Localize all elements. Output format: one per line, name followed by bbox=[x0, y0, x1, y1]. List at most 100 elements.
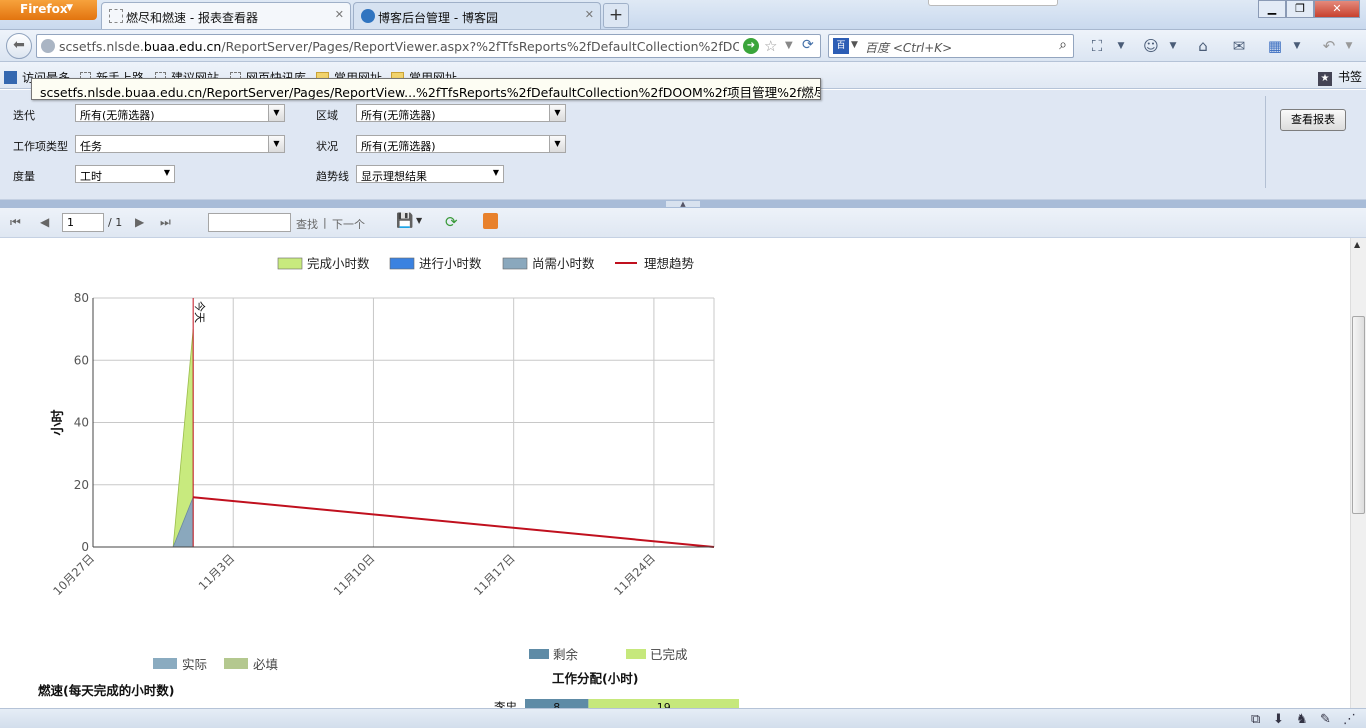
legend-label: 实际 bbox=[182, 657, 207, 672]
chevron-down-icon[interactable]: ▼ bbox=[549, 105, 565, 121]
chevron-down-icon[interactable]: ▼ bbox=[493, 168, 499, 177]
parameter-splitter[interactable]: ▲ bbox=[0, 200, 1366, 208]
vertical-scrollbar[interactable]: ▲ bbox=[1350, 238, 1366, 708]
screenshot-icon[interactable]: ⛶ bbox=[1086, 36, 1108, 56]
view-report-button[interactable]: 查看报表 bbox=[1280, 109, 1346, 131]
first-page-icon[interactable]: ⏮ bbox=[10, 215, 21, 230]
chevron-down-icon[interactable]: ▼ bbox=[268, 136, 284, 152]
scroll-up-icon[interactable]: ▲ bbox=[1354, 240, 1360, 249]
chevron-down-icon[interactable]: ▼ bbox=[851, 40, 858, 50]
chevron-down-icon[interactable]: ▼ bbox=[1342, 36, 1356, 56]
window-title-remnant bbox=[928, 0, 1058, 6]
mail-icon[interactable]: ✉ bbox=[1228, 36, 1250, 56]
bookmarks-menu-button[interactable]: ★ 书签 bbox=[1317, 68, 1362, 86]
y-tick-label: 20 bbox=[74, 478, 89, 492]
trend-select[interactable]: 显示理想结果 ▼ bbox=[356, 165, 504, 183]
home-icon[interactable]: ⌂ bbox=[1192, 36, 1214, 56]
area-label: 区域 bbox=[316, 109, 338, 122]
search-box[interactable]: 百 ▼ 百度 <Ctrl+K> ⌕ bbox=[828, 34, 1074, 58]
back-button[interactable]: ⬅ bbox=[6, 33, 32, 59]
find-link[interactable]: 查找 bbox=[296, 216, 318, 232]
search-icon[interactable]: ⌕ bbox=[1059, 37, 1067, 53]
y-axis-label: 小时 bbox=[50, 409, 66, 435]
chevron-down-icon[interactable]: ▼ bbox=[1290, 36, 1304, 56]
mask-icon[interactable]: ♞ bbox=[1296, 712, 1308, 727]
url-bar[interactable]: scsetfs.nlsde.buaa.edu.cn/ReportServer/P… bbox=[36, 34, 821, 58]
globe-icon bbox=[41, 39, 55, 53]
legend-swatch bbox=[502, 257, 528, 270]
report-toolbar: ⏮ ◀ 1 / 1 ▶ ⏭ 查找 | 下一个 💾 ▼ ⟳ bbox=[0, 208, 1366, 238]
link-tooltip: scsetfs.nlsde.buaa.edu.cn/ReportServer/P… bbox=[31, 78, 821, 100]
download-icon[interactable]: ⬇ bbox=[1273, 712, 1284, 727]
tools-icon[interactable]: ✎ bbox=[1320, 712, 1331, 727]
legend-swatch bbox=[153, 658, 177, 669]
trend-label: 趋势线 bbox=[316, 170, 349, 183]
y-tick-label: 80 bbox=[74, 291, 89, 305]
chevron-down-icon[interactable]: ▼ bbox=[268, 105, 284, 121]
search-placeholder: 百度 <Ctrl+K> bbox=[865, 41, 953, 55]
work-item-type-select[interactable]: 任务 ▼ bbox=[75, 135, 285, 153]
scrollbar-thumb[interactable] bbox=[1352, 316, 1365, 514]
last-page-icon[interactable]: ⏭ bbox=[160, 215, 171, 230]
x-tick-label: 11月3日 bbox=[196, 551, 238, 593]
chevron-down-icon[interactable]: ▼ bbox=[785, 40, 793, 51]
find-input[interactable] bbox=[208, 213, 291, 232]
measure-select[interactable]: 工时 ▼ bbox=[75, 165, 175, 183]
tab-title: 博客后台管理 - 博客园 bbox=[378, 11, 498, 25]
baidu-icon[interactable]: 百 bbox=[833, 38, 849, 54]
firefox-menu-label: Firefox bbox=[20, 2, 68, 16]
url-text[interactable]: scsetfs.nlsde.buaa.edu.cn/ReportServer/P… bbox=[59, 39, 739, 54]
close-icon[interactable]: ✕ bbox=[585, 8, 594, 21]
maximize-icon[interactable]: ❐ bbox=[1286, 0, 1314, 18]
ideal-trend-line bbox=[193, 496, 715, 548]
window-controls: ▁ ❐ ✕ bbox=[1258, 0, 1360, 20]
divider bbox=[1265, 96, 1266, 188]
reload-icon[interactable]: ⟳ bbox=[802, 37, 814, 53]
chevron-down-icon[interactable]: ▼ bbox=[416, 216, 422, 225]
state-select[interactable]: 所有(无筛选器) ▼ bbox=[356, 135, 566, 153]
legend-label: 剩余 bbox=[553, 647, 579, 662]
collapse-icon[interactable]: ▲ bbox=[666, 201, 700, 208]
measure-label: 度量 bbox=[13, 170, 35, 183]
chevron-down-icon: ▼ bbox=[66, 3, 73, 13]
chevron-down-icon[interactable]: ▼ bbox=[1166, 36, 1180, 56]
export-icon[interactable]: 💾 bbox=[396, 213, 413, 229]
arrow-left-icon: ⬅ bbox=[13, 37, 25, 53]
bookmark-star-icon[interactable]: ☆ bbox=[764, 37, 777, 55]
window-close-icon[interactable]: ✕ bbox=[1314, 0, 1360, 18]
chevron-down-icon[interactable]: ▼ bbox=[549, 136, 565, 152]
refresh-icon[interactable]: ⟳ bbox=[445, 213, 458, 231]
resize-grip-icon[interactable]: ⋰ bbox=[1343, 712, 1356, 727]
iteration-select[interactable]: 所有(无筛选器) ▼ bbox=[75, 104, 285, 122]
minimize-icon[interactable]: ▁ bbox=[1258, 0, 1286, 18]
chevron-down-icon[interactable]: ▼ bbox=[1114, 36, 1128, 56]
previous-page-icon[interactable]: ◀ bbox=[40, 215, 49, 229]
legend-label: 已完成 bbox=[650, 647, 688, 662]
x-tick-label: 11月10日 bbox=[331, 551, 378, 598]
new-tab-button[interactable]: + bbox=[603, 3, 629, 28]
bottom-section: 实际 必填燃速(每天完成的小时数) 剩余 已完成工作分配(小时) 8 19 李忠 bbox=[38, 647, 739, 708]
atom-feed-icon[interactable] bbox=[483, 213, 498, 229]
iteration-label: 迭代 bbox=[13, 109, 35, 122]
work-allocation-title: 工作分配(小时) bbox=[552, 671, 638, 686]
magnifier-icon bbox=[4, 71, 17, 84]
x-tick-label: 11月17日 bbox=[471, 551, 518, 598]
close-icon[interactable]: ✕ bbox=[335, 8, 344, 21]
burndown-legend: 完成小时数 进行小时数 尚需小时数 理想趋势 bbox=[277, 256, 695, 271]
smiley-icon[interactable]: ☺ bbox=[1140, 36, 1162, 56]
go-arrow-icon[interactable]: ➜ bbox=[743, 38, 759, 54]
addon-icon[interactable]: ⧉ bbox=[1251, 712, 1260, 727]
find-next-link[interactable]: 下一个 bbox=[332, 216, 365, 232]
tab-cnblogs[interactable]: 博客后台管理 - 博客园 ✕ bbox=[353, 2, 601, 29]
page-number-input[interactable]: 1 bbox=[62, 213, 104, 232]
firefox-menu-button[interactable]: Firefox ▼ bbox=[0, 0, 97, 20]
undo-icon[interactable]: ↶ bbox=[1318, 36, 1340, 56]
tab-burndown[interactable]: 燃尽和燃速 - 报表查看器 ✕ bbox=[101, 2, 351, 29]
legend-label: 必填 bbox=[253, 657, 278, 672]
addons-icon[interactable]: ▦ bbox=[1264, 36, 1286, 56]
chevron-down-icon[interactable]: ▼ bbox=[164, 168, 170, 177]
next-page-icon[interactable]: ▶ bbox=[135, 215, 144, 229]
legend-label: 进行小时数 bbox=[419, 256, 482, 271]
legend-swatch bbox=[626, 649, 646, 659]
area-select[interactable]: 所有(无筛选器) ▼ bbox=[356, 104, 566, 122]
